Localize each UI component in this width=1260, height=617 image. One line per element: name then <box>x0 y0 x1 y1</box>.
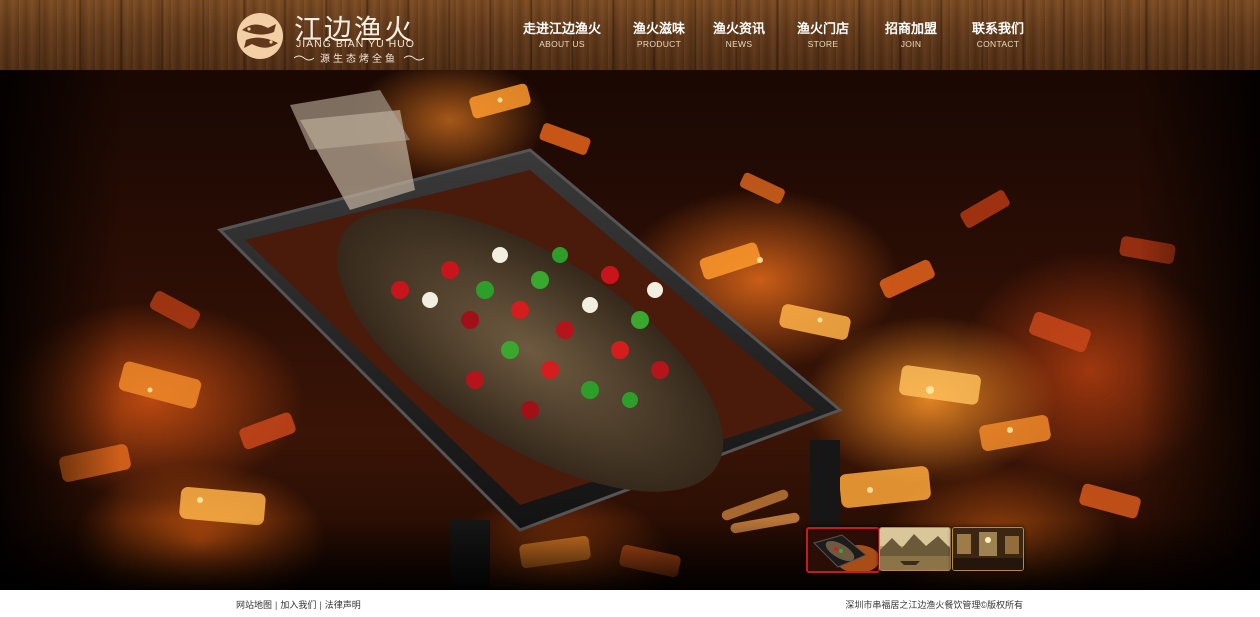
brand-slogan: 源生态烤全鱼 <box>320 54 398 65</box>
slide-thumbnail-1[interactable] <box>806 527 880 573</box>
slide-thumbnail-2[interactable] <box>879 527 951 571</box>
restaurant-interior-thumb-image <box>953 528 1023 570</box>
nav-label-en: PRODUCT <box>636 39 682 49</box>
riverside-landscape-thumb-image <box>880 528 950 570</box>
nav-item-about[interactable]: 走进江边渔火 ABOUT US <box>523 21 601 50</box>
nav-item-news[interactable]: 渔火资讯 NEWS <box>713 21 765 50</box>
nav-item-contact[interactable]: 联系我们 CONTACT <box>972 21 1024 50</box>
footer-link-join-us[interactable]: 加入我们 <box>280 600 316 610</box>
nav-item-product[interactable]: 渔火滋味 PRODUCT <box>633 21 685 50</box>
footer-link-sitemap[interactable]: 网站地图 <box>236 600 272 610</box>
site-footer: 网站地图 | 加入我们 | 法律声明 深圳市串福居之江边渔火餐饮管理©版权所有 <box>0 590 1260 617</box>
nav-label-cn: 联系我们 <box>971 22 1025 37</box>
slide-thumbnail-3[interactable] <box>952 527 1024 571</box>
nav-label-cn: 渔火滋味 <box>632 22 686 37</box>
nav-label-cn: 渔火资讯 <box>712 22 766 37</box>
nav-label-en: JOIN <box>900 39 922 49</box>
right-vignette <box>1140 70 1260 590</box>
site-header: 江边渔火 JIANG BIAN YU HUO 源生态烤全鱼 走进江边渔火 ABO… <box>0 0 1260 71</box>
bottom-vignette <box>0 520 1260 590</box>
footer-links: 网站地图 | 加入我们 | 法律声明 <box>236 598 361 611</box>
grilled-fish-dish-image <box>217 90 843 590</box>
nav-label-cn: 渔火门店 <box>796 22 850 37</box>
footer-separator: | <box>319 600 322 610</box>
nav-item-join[interactable]: 招商加盟 JOIN <box>885 21 937 50</box>
nav-label-cn: 走进江边渔火 <box>522 22 602 37</box>
nav-label-en: STORE <box>807 39 839 49</box>
site-logo[interactable]: 江边渔火 JIANG BIAN YU HUO 源生态烤全鱼 <box>236 10 426 65</box>
twin-fish-icon <box>237 13 283 59</box>
nav-label-en: CONTACT <box>976 39 1020 49</box>
left-vignette <box>0 70 120 590</box>
footer-link-legal[interactable]: 法律声明 <box>325 600 361 610</box>
nav-label-en: NEWS <box>725 39 753 49</box>
nav-item-store[interactable]: 渔火门店 STORE <box>797 21 849 50</box>
nav-label-cn: 招商加盟 <box>884 22 938 37</box>
fish-dish-thumb-image <box>808 529 878 571</box>
hero-slider <box>0 70 1260 590</box>
footer-separator: | <box>275 600 278 610</box>
nav-label-en: ABOUT US <box>539 39 585 49</box>
copyright-text: 深圳市串福居之江边渔火餐饮管理©版权所有 <box>845 600 1023 610</box>
brand-name-en: JIANG BIAN YU HUO <box>296 38 415 50</box>
